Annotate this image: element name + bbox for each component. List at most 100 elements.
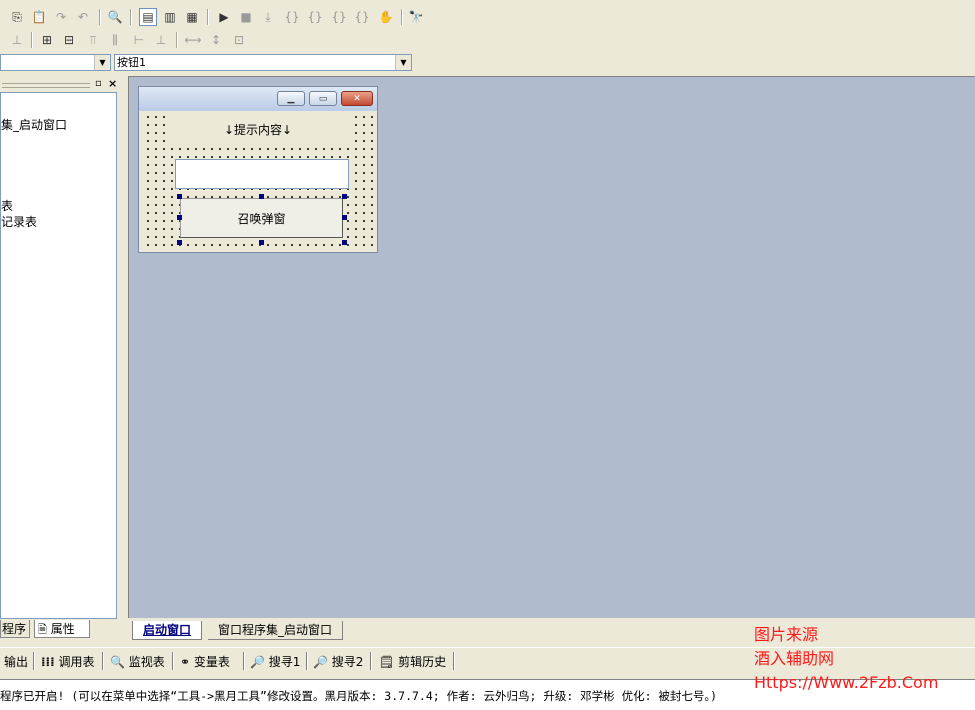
text-input[interactable]: [175, 159, 349, 189]
form-client-area[interactable]: ↓提示内容↓ 召唤弹窗: [142, 111, 374, 249]
selection-handle[interactable]: [259, 194, 264, 199]
project-panel: ▫ × 集_启动窗口 表 记录表 程序 🗎 属性: [0, 76, 121, 642]
tab-separator: [172, 652, 174, 670]
same-height-icon[interactable]: ↕: [207, 31, 225, 49]
distribute-icon[interactable]: ⊥: [152, 31, 170, 49]
tab-separator: [370, 652, 372, 670]
tab-separator: [453, 652, 455, 670]
tab-startup-window-label: 启动窗口: [143, 623, 192, 637]
tree-item[interactable]: 集_启动窗口: [1, 116, 67, 133]
close-panel-icon[interactable]: ×: [108, 77, 117, 90]
alignment-toolbar: ⊥ ⊞ ⊟ ⫪ ⫼ ⊢ ⊥ ⟷ ↕ ⊡: [0, 29, 260, 51]
same-size-icon[interactable]: ⊡: [230, 31, 248, 49]
align-middle-icon[interactable]: ⫼: [106, 31, 124, 49]
copy-icon[interactable]: ⎘: [8, 8, 26, 26]
toolbar-separator: [176, 32, 178, 48]
tab-search2[interactable]: 🔎 搜寻2: [313, 653, 363, 671]
selection-handle[interactable]: [259, 240, 264, 245]
tab-window-assembly-label: 窗口程序集_启动窗口: [218, 623, 333, 637]
tab-call-table[interactable]: ⁞⁞⁞ 调用表: [41, 653, 95, 671]
summon-popup-button-label: 召唤弹窗: [237, 211, 286, 226]
restore-panel-icon[interactable]: ▫: [95, 78, 102, 89]
layout2-icon[interactable]: ▥: [161, 8, 179, 26]
tab-clip-history-label: 剪辑历史: [398, 655, 447, 669]
tab-watch-table-label: 监视表: [128, 655, 165, 669]
tab-separator: [306, 652, 308, 670]
tab-output[interactable]: 输出: [4, 653, 28, 671]
step-over-icon[interactable]: {}: [306, 8, 324, 26]
panel-grip: [2, 83, 90, 88]
tab-startup-window[interactable]: 启动窗口: [132, 621, 203, 640]
hint-label-text: ↓提示内容↓: [223, 122, 293, 137]
chevron-down-icon[interactable]: ▼: [94, 55, 110, 70]
step-icon[interactable]: ⤓: [259, 8, 277, 26]
close-icon[interactable]: ✕: [341, 91, 373, 106]
find-icon[interactable]: 🔍: [106, 8, 124, 26]
maximize-icon[interactable]: ▭: [309, 91, 337, 106]
watermark-line: 图片来源: [754, 625, 819, 644]
tab-properties[interactable]: 🗎 属性: [34, 620, 90, 638]
panel-splitter[interactable]: [121, 76, 128, 642]
event-combo[interactable]: 按钮1 ▼: [114, 54, 412, 71]
tab-window-assembly[interactable]: 窗口程序集_启动窗口: [208, 621, 344, 640]
selection-handle[interactable]: [177, 215, 182, 220]
selection-handle[interactable]: [177, 240, 182, 245]
toolbar-separator: [31, 32, 33, 48]
clipboard-icon: 🗒: [379, 655, 395, 669]
tab-call-table-label: 调用表: [58, 655, 95, 669]
summon-popup-button[interactable]: 召唤弹窗: [180, 198, 343, 238]
tab-separator: [243, 652, 245, 670]
step-into-icon[interactable]: {}: [283, 8, 301, 26]
tree-item[interactable]: 记录表: [1, 213, 37, 230]
center-horizontal-icon[interactable]: ⊞: [38, 31, 56, 49]
variable-icon: ⚭: [180, 655, 191, 669]
selection-handle[interactable]: [342, 194, 347, 199]
tab-program-label: 程序: [2, 622, 27, 636]
tree-item[interactable]: 表: [1, 197, 13, 214]
form-title-bar: ▁ ▭ ✕: [139, 87, 377, 111]
center-vertical-icon[interactable]: ⊟: [60, 31, 78, 49]
watermark-line: Https://Www.2Fzb.Com: [754, 673, 939, 692]
minimize-icon[interactable]: ▁: [277, 91, 305, 106]
selection-handle[interactable]: [342, 240, 347, 245]
align-bottom-icon[interactable]: ⊢: [130, 31, 148, 49]
selection-handle[interactable]: [177, 194, 182, 199]
same-width-icon[interactable]: ⟷: [184, 31, 202, 49]
paste-icon[interactable]: 📋: [30, 8, 48, 26]
tab-program[interactable]: 程序: [0, 620, 31, 638]
toolbar-separator: [99, 9, 101, 25]
tab-variable-table-label: 变量表: [193, 655, 230, 669]
startup-window-form[interactable]: ▁ ▭ ✕ ↓提示内容↓ 召唤弹窗: [138, 86, 378, 253]
tab-search1-label: 搜寻1: [268, 655, 301, 669]
chevron-down-icon[interactable]: ▼: [395, 55, 411, 70]
tab-variable-table[interactable]: ⚭ 变量表: [180, 653, 230, 671]
binoculars-icon[interactable]: 🔭: [407, 8, 425, 26]
layout1-icon[interactable]: ▤: [139, 8, 157, 26]
hand-icon[interactable]: ✋: [377, 8, 395, 26]
tab-clip-history[interactable]: 🗒 剪辑历史: [379, 653, 446, 671]
toolbar-separator: [401, 9, 403, 25]
properties-icon: 🗎: [38, 623, 47, 636]
tab-watch-table[interactable]: 🔍 监视表: [110, 653, 165, 671]
watermark-line: 酒入辅助网: [754, 649, 835, 668]
undo-icon[interactable]: ↶: [74, 8, 92, 26]
event-combo-value: 按钮1: [117, 56, 146, 69]
align-tree-icon[interactable]: ⊥: [8, 31, 26, 49]
stop-icon[interactable]: ■: [237, 8, 255, 26]
redo-icon[interactable]: ↷: [52, 8, 70, 26]
project-tree[interactable]: 集_启动窗口 表 记录表: [0, 92, 117, 619]
run-icon[interactable]: ▶: [215, 8, 233, 26]
search-icon: 🔎: [313, 655, 328, 669]
step-out-icon[interactable]: {}: [330, 8, 348, 26]
align-top-icon[interactable]: ⫪: [84, 31, 102, 49]
run-to-cursor-icon[interactable]: {}: [353, 8, 371, 26]
tab-search1[interactable]: 🔎 搜寻1: [250, 653, 300, 671]
toolbar-separator: [207, 9, 209, 25]
layout3-icon[interactable]: ▦: [183, 8, 201, 26]
selection-handle[interactable]: [342, 215, 347, 220]
tab-output-label: 输出: [4, 655, 29, 669]
output-message: 程序已开启! (可以在菜单中选择“工具->黑月工具”修改设置。黑月版本: 3.7…: [0, 689, 718, 703]
watermark: 图片来源 酒入辅助网 Https://Www.2Fzb.Com: [754, 623, 938, 695]
object-combo[interactable]: ▼: [0, 54, 111, 71]
hint-label[interactable]: ↓提示内容↓: [167, 114, 349, 144]
